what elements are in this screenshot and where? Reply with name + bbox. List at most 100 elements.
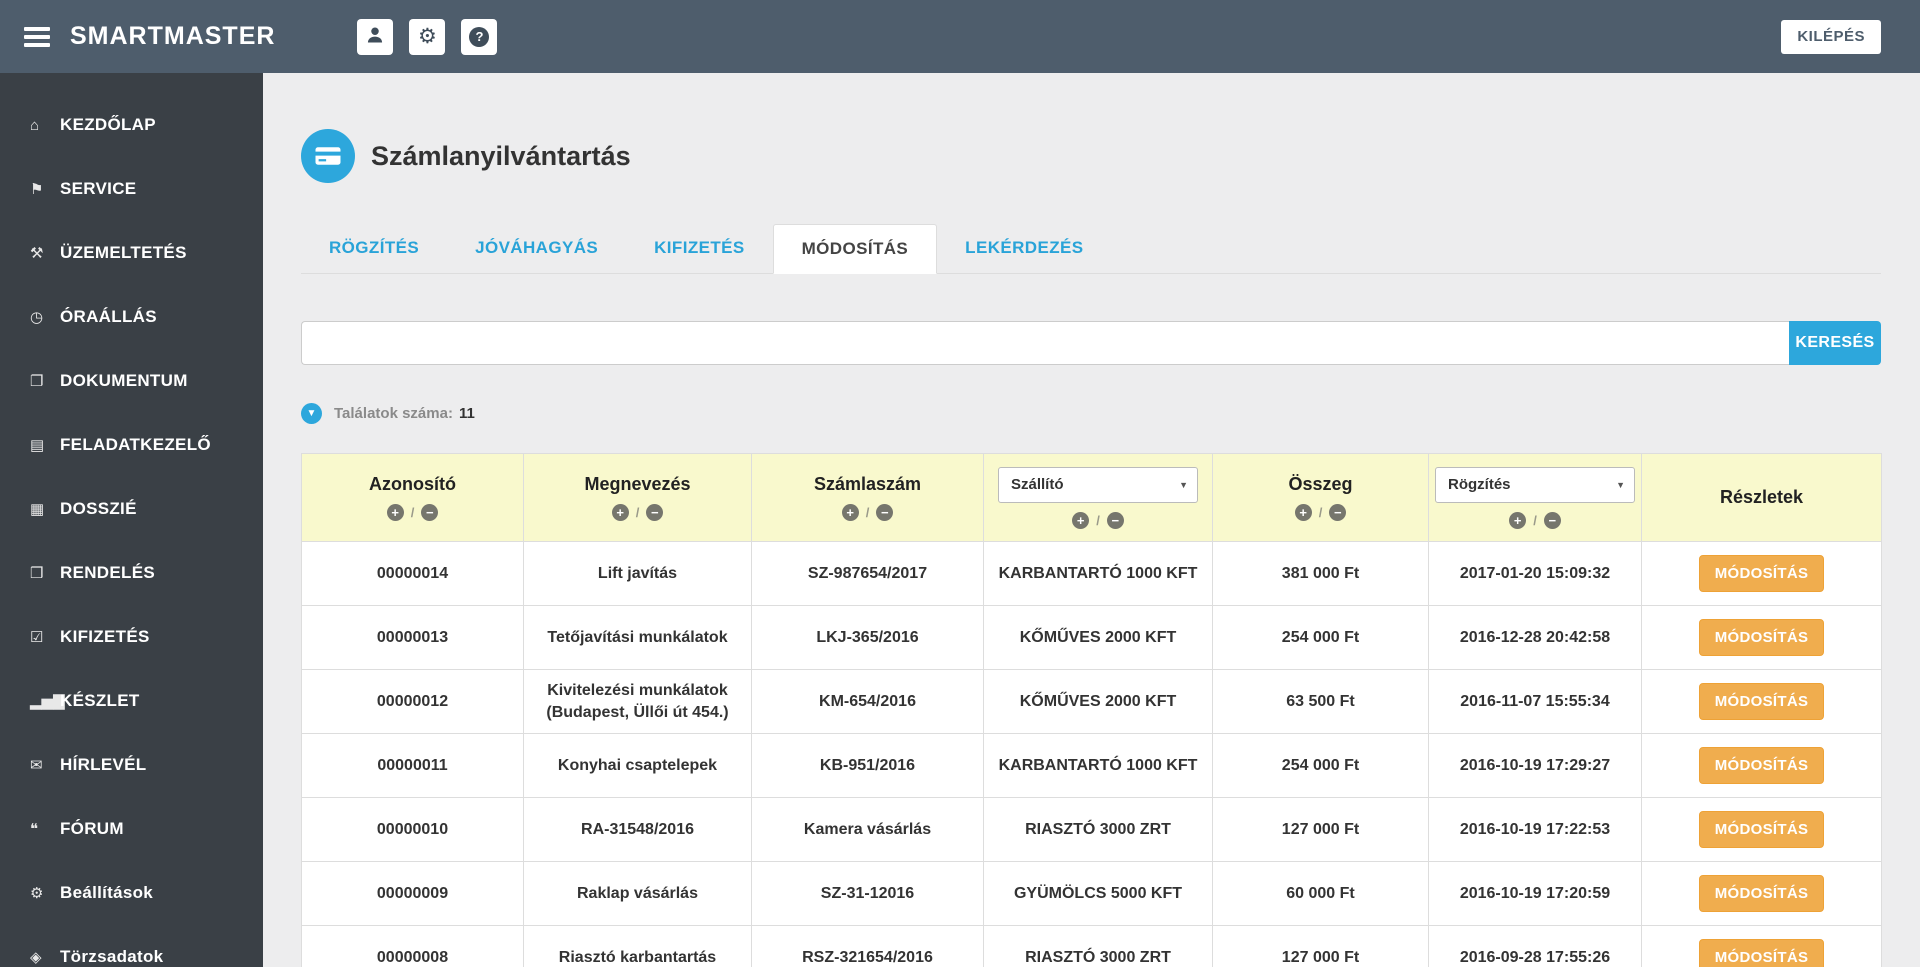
table-row: 00000014 Lift javítás SZ-987654/2017 KAR… [301, 541, 1882, 606]
sidebar-item-label: Törzsadatok [60, 947, 164, 966]
cell-megnevezes: Raklap vásárlás [523, 861, 752, 926]
tab-rogzites[interactable]: RÖGZÍTÉS [301, 224, 447, 273]
tab-kifizetes[interactable]: KIFIZETÉS [626, 224, 773, 273]
cell-szallito: RIASZTÓ 3000 ZRT [983, 925, 1213, 967]
sidebar-item-forum[interactable]: ❝ FÓRUM [0, 797, 263, 861]
modify-button[interactable]: MÓDOSÍTÁS [1698, 555, 1825, 592]
sidebar-item-label: DOKUMENTUM [60, 371, 188, 390]
tab-bar: RÖGZÍTÉS JÓVÁHAGYÁS KIFIZETÉS MÓDOSÍTÁS … [301, 224, 1881, 274]
cell-megnevezes: RA-31548/2016 [523, 797, 752, 862]
sidebar-item-dosszie[interactable]: ▦ DOSSZIÉ [0, 477, 263, 541]
cell-rogzites: 2016-11-07 15:55:34 [1428, 669, 1642, 734]
sidebar-item-keszlet[interactable]: ▂▅▇ KÉSZLET [0, 669, 263, 733]
sidebar-item-uzemeltetes[interactable]: ⚒ ÜZEMELTETÉS [0, 221, 263, 285]
sort-desc-icon[interactable]: − [1543, 511, 1561, 529]
home-icon: ⌂ [30, 116, 40, 134]
stock-chart-icon: ▂▅▇ [30, 693, 65, 710]
column-header-reszletek: Részletek [1641, 453, 1882, 542]
sidebar-item-label: RENDELÉS [60, 563, 155, 582]
cell-azonosito: 00000014 [301, 541, 524, 606]
cell-szamlaszam: LKJ-365/2016 [751, 605, 984, 670]
cell-rogzites: 2016-12-28 20:42:58 [1428, 605, 1642, 670]
modify-button[interactable]: MÓDOSÍTÁS [1698, 747, 1825, 784]
sort-asc-icon[interactable]: + [386, 504, 404, 521]
cell-osszeg: 127 000 Ft [1212, 925, 1429, 967]
modify-button[interactable]: MÓDOSÍTÁS [1698, 811, 1825, 848]
supplier-filter-select[interactable]: Szállító [998, 466, 1198, 503]
sort-asc-icon[interactable]: + [611, 504, 629, 521]
sidebar-item-beallitasok[interactable]: ⚙ Beállítások [0, 861, 263, 925]
tab-jovahagyas[interactable]: JÓVÁHAGYÁS [447, 224, 626, 273]
modify-button[interactable]: MÓDOSÍTÁS [1698, 683, 1825, 720]
modify-button[interactable]: MÓDOSÍTÁS [1698, 939, 1825, 967]
cell-reszletek: MÓDOSÍTÁS [1641, 733, 1882, 798]
tab-lekerdezes[interactable]: LEKÉRDEZÉS [937, 224, 1111, 273]
collapse-arrow-down-icon[interactable]: ▼ [301, 403, 322, 424]
cell-azonosito: 00000011 [301, 733, 524, 798]
invoice-table: Azonosító + / − Megnevezés + / − Számlaszám … [301, 453, 1882, 967]
user-button[interactable] [357, 18, 394, 55]
sidebar-item-feladatkezelo[interactable]: ▤ FELADATKEZELŐ [0, 413, 263, 477]
sidebar-item-label: SERVICE [60, 179, 137, 198]
cell-szallito: KŐMŰVES 2000 KFT [983, 669, 1213, 734]
sort-desc-icon[interactable]: − [1329, 504, 1347, 521]
folder-icon: ❐ [30, 373, 44, 390]
clock-icon: ◷ [30, 309, 44, 326]
table-row: 00000012 Kivitelezési munkálatok (Budape… [301, 669, 1882, 734]
sort-desc-icon[interactable]: − [646, 504, 664, 521]
sidebar-item-dokumentum[interactable]: ❐ DOKUMENTUM [0, 349, 263, 413]
sort-asc-icon[interactable]: + [1509, 511, 1527, 529]
recorded-filter-select[interactable]: Rögzítés [1435, 466, 1635, 503]
app-brand: SMARTMASTER [70, 22, 276, 50]
cell-azonosito: 00000012 [301, 669, 524, 734]
cell-szallito: GYÜMÖLCS 5000 KFT [983, 861, 1213, 926]
sort-desc-icon[interactable]: − [876, 504, 894, 521]
search-bar: KERESÉS [301, 321, 1881, 365]
sidebar-item-oraallas[interactable]: ◷ ÓRAÁLLÁS [0, 285, 263, 349]
help-button[interactable]: ? [461, 18, 498, 55]
modify-button[interactable]: MÓDOSÍTÁS [1698, 875, 1825, 912]
tab-modositas[interactable]: MÓDOSÍTÁS [772, 224, 938, 274]
gear-icon: ⚙ [30, 885, 44, 902]
cell-megnevezes: Konyhai csaptelepek [523, 733, 752, 798]
menu-hamburger-icon[interactable] [24, 23, 50, 51]
sidebar-item-label: FÓRUM [60, 819, 124, 838]
sort-asc-icon[interactable]: + [1294, 504, 1312, 521]
sort-controls: + / − [308, 504, 517, 521]
sidebar-item-label: KÉSZLET [60, 691, 140, 710]
sidebar-item-hirlevel[interactable]: ✉ HÍRLEVÉL [0, 733, 263, 797]
grid-icon: ▦ [30, 501, 45, 518]
cell-megnevezes: Riasztó karbantartás [523, 925, 752, 967]
sort-controls: + / − [1435, 511, 1635, 529]
sidebar-item-label: DOSSZIÉ [60, 499, 137, 518]
cell-osszeg: 254 000 Ft [1212, 733, 1429, 798]
search-input[interactable] [301, 321, 1789, 365]
sidebar-item-torzsadatok[interactable]: ◈ Törzsadatok [0, 925, 263, 967]
sidebar-item-kifizetes[interactable]: ☑ KIFIZETÉS [0, 605, 263, 669]
results-label: Találatok száma: [334, 405, 453, 422]
logout-button[interactable]: KILÉPÉS [1781, 19, 1881, 54]
sort-desc-icon[interactable]: − [1106, 511, 1124, 529]
topbar: SMARTMASTER ⚙ ? KILÉPÉS [0, 0, 1920, 73]
sidebar-item-service[interactable]: ⚑ SERVICE [0, 157, 263, 221]
sort-asc-icon[interactable]: + [1072, 511, 1090, 529]
cell-szamlaszam: KB-951/2016 [751, 733, 984, 798]
sidebar-item-label: KEZDŐLAP [60, 115, 156, 134]
table-row: 00000010 RA-31548/2016 Kamera vásárlás R… [301, 797, 1882, 862]
sort-asc-icon[interactable]: + [841, 504, 859, 521]
cell-rogzites: 2016-10-19 17:22:53 [1428, 797, 1642, 862]
payment-check-icon: ☑ [30, 629, 44, 646]
cell-azonosito: 00000013 [301, 605, 524, 670]
table-row: 00000008 Riasztó karbantartás RSZ-321654… [301, 925, 1882, 967]
sort-desc-icon[interactable]: − [421, 504, 439, 521]
sidebar-item-kezdolap[interactable]: ⌂ KEZDŐLAP [0, 93, 263, 157]
modify-button[interactable]: MÓDOSÍTÁS [1698, 619, 1825, 656]
search-button[interactable]: KERESÉS [1789, 321, 1881, 365]
sidebar-item-rendeles[interactable]: ❒ RENDELÉS [0, 541, 263, 605]
cell-megnevezes: Kivitelezési munkálatok (Budapest, Üllői… [523, 669, 752, 734]
help-icon: ? [469, 26, 490, 47]
tools-icon: ⚒ [30, 245, 44, 262]
sort-controls: + / − [758, 504, 977, 521]
sort-controls: + / − [530, 504, 745, 521]
settings-button[interactable]: ⚙ [409, 18, 446, 55]
